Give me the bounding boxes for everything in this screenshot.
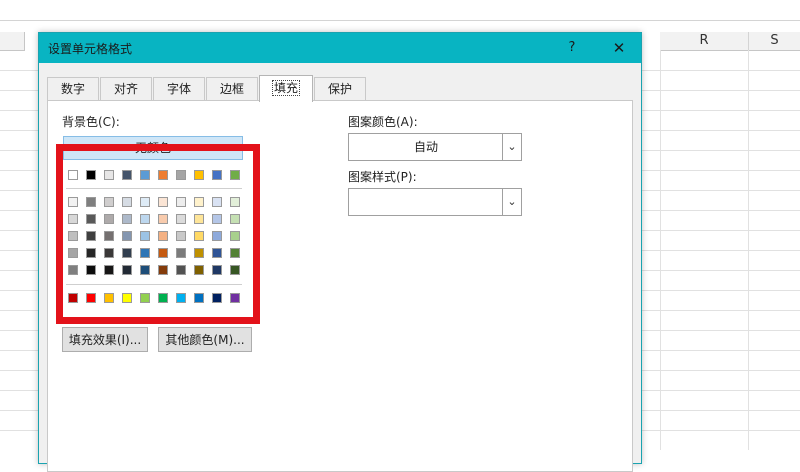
standard-color-swatch[interactable]: [104, 293, 114, 303]
chevron-down-icon[interactable]: ⌄: [502, 189, 521, 215]
standard-color-swatch[interactable]: [176, 293, 186, 303]
theme-shade-swatch[interactable]: [230, 197, 240, 207]
theme-shade-swatch[interactable]: [212, 248, 222, 258]
help-button[interactable]: ?: [561, 37, 583, 59]
theme-shade-swatch[interactable]: [86, 265, 96, 275]
theme-shade-swatch[interactable]: [104, 248, 114, 258]
ribbon-area: [0, 0, 800, 21]
theme-color-swatch[interactable]: [104, 170, 114, 180]
theme-shade-swatch[interactable]: [140, 197, 150, 207]
theme-shade-swatch[interactable]: [68, 197, 78, 207]
theme-shade-swatch[interactable]: [230, 231, 240, 241]
theme-shade-swatch[interactable]: [140, 214, 150, 224]
theme-shade-swatch[interactable]: [122, 248, 132, 258]
tab-font[interactable]: 字体: [153, 77, 205, 100]
fill-effects-button[interactable]: 填充效果(I)...: [62, 327, 148, 352]
theme-shade-swatch[interactable]: [68, 214, 78, 224]
column-header-s[interactable]: S: [749, 32, 800, 51]
pattern-style-dropdown[interactable]: ⌄: [348, 188, 522, 216]
theme-color-swatch[interactable]: [230, 170, 240, 180]
pattern-color-value: 自动: [413, 140, 438, 154]
theme-shade-swatch[interactable]: [122, 265, 132, 275]
theme-shade-swatch[interactable]: [68, 248, 78, 258]
palette-divider: [66, 188, 242, 189]
theme-shade-swatch[interactable]: [176, 197, 186, 207]
theme-shade-swatch[interactable]: [194, 265, 204, 275]
standard-color-swatch[interactable]: [230, 293, 240, 303]
pattern-color-dropdown[interactable]: 自动 ⌄: [348, 133, 522, 161]
theme-shade-swatch[interactable]: [86, 248, 96, 258]
theme-color-swatch[interactable]: [176, 170, 186, 180]
tab-fill-label: 填充: [271, 80, 300, 96]
theme-shade-swatch[interactable]: [158, 197, 168, 207]
select-all-corner[interactable]: [0, 32, 25, 51]
theme-shade-swatch[interactable]: [158, 248, 168, 258]
theme-color-swatch[interactable]: [140, 170, 150, 180]
theme-shade-swatch[interactable]: [194, 248, 204, 258]
theme-shade-swatch[interactable]: [194, 214, 204, 224]
theme-shade-swatch[interactable]: [86, 214, 96, 224]
theme-color-swatch[interactable]: [158, 170, 168, 180]
theme-shade-swatch[interactable]: [158, 231, 168, 241]
standard-color-swatch[interactable]: [194, 293, 204, 303]
tab-protection[interactable]: 保护: [314, 77, 366, 100]
pattern-style-label: 图案样式(P):: [348, 170, 417, 184]
theme-shade-swatch[interactable]: [68, 231, 78, 241]
theme-shade-swatch[interactable]: [194, 197, 204, 207]
theme-shade-swatch[interactable]: [230, 265, 240, 275]
theme-shade-swatch[interactable]: [122, 197, 132, 207]
close-button[interactable]: ✕: [607, 37, 631, 59]
background-color-label: 背景色(C):: [62, 115, 120, 129]
theme-shade-swatch[interactable]: [158, 214, 168, 224]
theme-shade-swatch[interactable]: [86, 231, 96, 241]
theme-shade-swatch[interactable]: [68, 265, 78, 275]
standard-color-swatch[interactable]: [158, 293, 168, 303]
theme-shade-swatch[interactable]: [158, 265, 168, 275]
theme-shade-swatch[interactable]: [212, 214, 222, 224]
tab-alignment[interactable]: 对齐: [100, 77, 152, 100]
theme-shade-swatch[interactable]: [176, 214, 186, 224]
standard-color-swatch[interactable]: [212, 293, 222, 303]
standard-color-swatch[interactable]: [140, 293, 150, 303]
dialog-titlebar[interactable]: 设置单元格格式 ? ✕: [39, 33, 641, 63]
theme-shade-swatch[interactable]: [212, 197, 222, 207]
theme-shade-swatch[interactable]: [140, 265, 150, 275]
theme-shade-swatch[interactable]: [122, 214, 132, 224]
tab-border[interactable]: 边框: [206, 77, 258, 100]
standard-color-swatch[interactable]: [86, 293, 96, 303]
chevron-down-icon[interactable]: ⌄: [502, 134, 521, 160]
theme-shade-swatch[interactable]: [176, 231, 186, 241]
theme-color-swatch[interactable]: [194, 170, 204, 180]
pattern-color-label: 图案颜色(A):: [348, 115, 418, 129]
theme-shade-swatch[interactable]: [104, 214, 114, 224]
theme-color-swatch[interactable]: [86, 170, 96, 180]
theme-shade-swatch[interactable]: [212, 231, 222, 241]
pattern-style-value: [349, 189, 503, 215]
theme-color-swatch[interactable]: [122, 170, 132, 180]
theme-shade-swatch[interactable]: [122, 231, 132, 241]
theme-color-swatch[interactable]: [212, 170, 222, 180]
theme-shade-swatch[interactable]: [104, 231, 114, 241]
more-colors-button[interactable]: 其他颜色(M)...: [158, 327, 252, 352]
tab-fill[interactable]: 填充: [259, 75, 313, 102]
theme-shade-swatch[interactable]: [140, 231, 150, 241]
theme-shade-swatch[interactable]: [104, 197, 114, 207]
theme-shade-swatch[interactable]: [212, 265, 222, 275]
theme-shade-swatch[interactable]: [176, 248, 186, 258]
no-color-button[interactable]: 无颜色: [63, 136, 243, 160]
dialog-title: 设置单元格格式: [48, 42, 133, 56]
palette-divider: [66, 284, 242, 285]
theme-shade-swatch[interactable]: [104, 265, 114, 275]
theme-color-swatch[interactable]: [68, 170, 78, 180]
theme-shade-swatch[interactable]: [194, 231, 204, 241]
theme-shade-swatch[interactable]: [86, 197, 96, 207]
standard-color-swatch[interactable]: [68, 293, 78, 303]
tab-number[interactable]: 数字: [47, 77, 99, 100]
theme-shade-swatch[interactable]: [140, 248, 150, 258]
theme-shade-swatch[interactable]: [230, 214, 240, 224]
theme-shade-swatch[interactable]: [230, 248, 240, 258]
theme-shade-swatch[interactable]: [176, 265, 186, 275]
standard-color-swatch[interactable]: [122, 293, 132, 303]
column-header-r[interactable]: R: [660, 32, 749, 51]
